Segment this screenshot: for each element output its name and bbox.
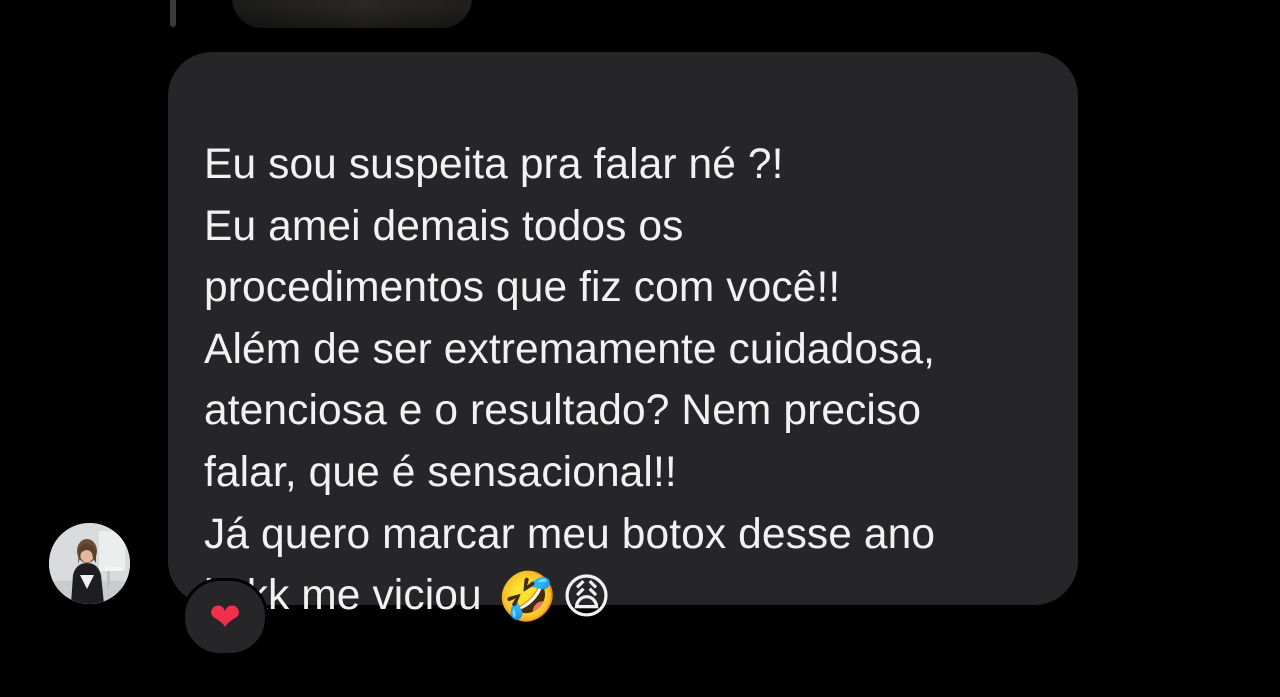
weary-face-emoji-icon: 😩	[561, 569, 612, 626]
message-line: atenciosa e o resultado? Nem preciso	[204, 387, 922, 435]
message-line: Eu sou suspeita pra falar né ?!	[204, 141, 784, 188]
message-last-line: kkkk me viciou 🤣😩	[204, 565, 1048, 629]
avatar[interactable]	[49, 523, 130, 604]
chat-screen: Eu sou suspeita pra falar né ?! Eu amei …	[0, 0, 1280, 697]
message-line: falar, que é sensacional!!	[204, 448, 677, 496]
message-line: Eu amei demais todos os	[204, 202, 684, 250]
previous-media-message[interactable]	[232, 0, 472, 28]
reaction-badge[interactable]: ❤	[182, 578, 268, 656]
message-bubble[interactable]: Eu sou suspeita pra falar né ?! Eu amei …	[168, 52, 1078, 625]
avatar-photo	[49, 523, 130, 604]
message-line: procedimentos que fiz com você!!	[204, 264, 841, 312]
heart-icon: ❤	[209, 595, 241, 639]
rolling-laughing-emoji-icon: 🤣	[497, 569, 558, 626]
message-line: Já quero marcar meu botox desse ano	[204, 510, 936, 558]
message-line: Além de ser extremamente cuidadosa,	[204, 325, 936, 373]
reply-indicator-line	[170, 0, 176, 27]
